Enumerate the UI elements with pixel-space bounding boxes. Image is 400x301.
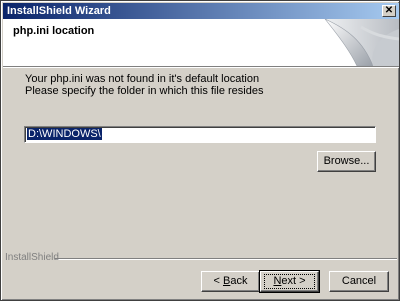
page-curl-icon (324, 19, 399, 66)
cancel-label: Cancel (341, 275, 377, 287)
message-line-2: Please specify the folder in which this … (25, 85, 264, 97)
message-line-1: Your php.ini was not found in it's defau… (25, 73, 260, 85)
window-title: InstallShield Wizard (7, 5, 111, 17)
title-bar[interactable]: InstallShield Wizard ✕ (3, 3, 399, 19)
back-prefix: < (213, 275, 223, 287)
brand-divider (55, 258, 397, 260)
header-divider (3, 66, 399, 68)
cancel-button[interactable]: Cancel (329, 271, 389, 292)
back-label: ack (230, 275, 248, 287)
installshield-dialog: InstallShield Wizard ✕ php.ini location (0, 0, 400, 301)
header-panel: php.ini location (3, 19, 399, 66)
back-button[interactable]: < Back (201, 271, 260, 292)
close-button[interactable]: ✕ (382, 5, 396, 17)
next-button[interactable]: Next > (259, 270, 320, 293)
next-label-wrap: Next > (264, 274, 315, 289)
brand-label: InstallShield (5, 252, 59, 263)
close-icon: ✕ (384, 5, 394, 16)
browse-button[interactable]: Browse... (317, 151, 376, 172)
browse-label: Browse... (323, 155, 370, 167)
folder-path-value: D:\WINDOWS\ (27, 128, 102, 140)
page-title: php.ini location (13, 25, 95, 37)
folder-path-input[interactable]: D:\WINDOWS\ (24, 126, 376, 143)
next-label: ext > (281, 275, 306, 287)
